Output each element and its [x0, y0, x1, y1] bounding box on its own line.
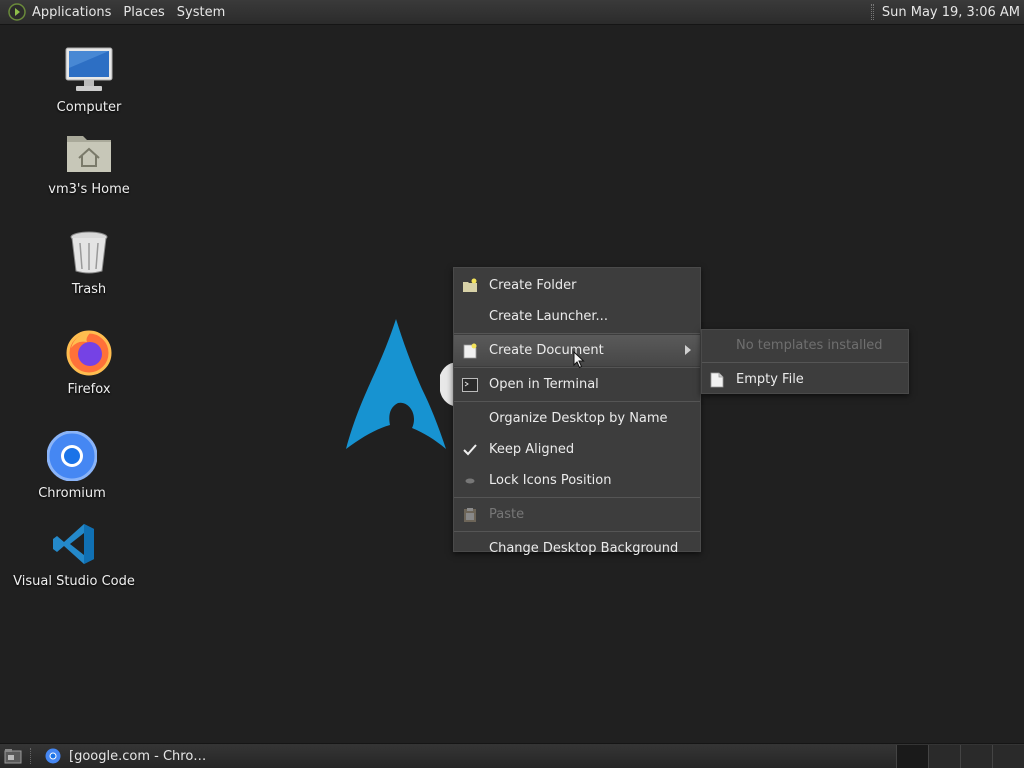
firefox-icon	[66, 330, 112, 376]
workspace-4[interactable]	[992, 744, 1024, 768]
desktop-icon-label: Firefox	[67, 382, 111, 397]
show-desktop-icon	[4, 749, 22, 764]
home-folder-icon	[67, 136, 111, 172]
trash-icon	[70, 231, 108, 274]
menu-item-open-terminal[interactable]: Open in Terminal	[454, 369, 700, 400]
menu-item-paste[interactable]: Paste	[454, 499, 700, 530]
menu-item-create-folder[interactable]: Create Folder	[454, 270, 700, 301]
workspace-switcher	[896, 744, 1024, 768]
menu-item-label: Change Desktop Background	[489, 541, 679, 556]
new-document-icon	[463, 343, 477, 359]
menu-item-label: Paste	[489, 507, 525, 522]
computer-icon	[65, 47, 113, 91]
system-menu[interactable]: System	[171, 0, 231, 25]
applications-logo-icon	[8, 3, 26, 21]
menu-item-organize-by-name[interactable]: Organize Desktop by Name	[454, 403, 700, 434]
desktop-icon-label: Chromium	[38, 486, 106, 501]
desktop-icon-trash[interactable]: Trash	[55, 226, 123, 297]
submenu-item-label: Empty File	[736, 372, 804, 387]
create-document-submenu: No templates installed Empty File	[701, 329, 909, 394]
show-desktop-button[interactable]	[2, 745, 24, 767]
desktop-icon-home[interactable]: vm3's Home	[46, 126, 132, 197]
desktop-icon-label: Trash	[71, 282, 107, 297]
workspace-3[interactable]	[960, 744, 992, 768]
applications-menu-label: Applications	[32, 4, 112, 20]
menu-item-label: Create Folder	[489, 278, 577, 293]
top-panel: Applications Places System Sun May 19, 3…	[0, 0, 1024, 25]
submenu-item-label: No templates installed	[736, 338, 883, 353]
menu-separator	[454, 497, 700, 498]
submenu-item-no-templates: No templates installed	[702, 330, 908, 361]
places-menu[interactable]: Places	[117, 0, 170, 25]
desktop-icon-label: Computer	[56, 100, 122, 115]
mouse-cursor-icon	[573, 351, 585, 369]
paste-icon	[464, 508, 476, 522]
menu-separator	[702, 362, 908, 363]
desktop-icon-computer[interactable]: Computer	[55, 44, 123, 115]
desktop-icon-chromium[interactable]: Chromium	[38, 430, 106, 501]
menu-item-label: Open in Terminal	[489, 377, 599, 392]
panel-handle[interactable]	[870, 4, 874, 20]
desktop-icon-label: vm3's Home	[48, 182, 130, 197]
lock-bullet-icon	[465, 478, 475, 484]
menu-item-label: Organize Desktop by Name	[489, 411, 668, 426]
menu-separator	[454, 333, 700, 334]
bottom-panel: [google.com - Chro…	[0, 743, 1024, 768]
menu-separator	[454, 401, 700, 402]
file-icon	[710, 372, 724, 388]
menu-item-label: Create Document	[489, 343, 604, 358]
chromium-icon	[45, 748, 61, 764]
workspace-1[interactable]	[896, 744, 928, 768]
menu-item-label: Create Launcher...	[489, 309, 608, 324]
chromium-icon	[47, 431, 97, 481]
applications-menu[interactable]: Applications	[0, 0, 117, 25]
arch-logo-wallpaper	[346, 319, 460, 449]
menu-item-create-launcher[interactable]: Create Launcher...	[454, 301, 700, 332]
menu-item-label: Lock Icons Position	[489, 473, 612, 488]
submenu-arrow-icon	[685, 345, 691, 355]
clock[interactable]: Sun May 19, 3:06 AM	[882, 5, 1024, 20]
taskbar-button-label: [google.com - Chro…	[69, 748, 207, 764]
vscode-icon	[53, 524, 94, 564]
desktop-context-menu: Create Folder Create Launcher... Create …	[453, 267, 701, 556]
new-folder-icon	[463, 278, 477, 292]
menu-item-lock-icons[interactable]: Lock Icons Position	[454, 465, 700, 496]
checkmark-icon	[463, 444, 477, 456]
menu-item-keep-aligned[interactable]: Keep Aligned	[454, 434, 700, 465]
submenu-item-empty-file[interactable]: Empty File	[702, 364, 908, 395]
taskbar-button-chromium[interactable]: [google.com - Chro…	[39, 745, 212, 767]
terminal-icon	[462, 378, 478, 392]
menu-item-label: Keep Aligned	[489, 442, 575, 457]
menu-item-change-background[interactable]: Change Desktop Background	[454, 533, 700, 564]
desktop-icon-label: Visual Studio Code	[13, 574, 135, 589]
panel-handle[interactable]	[30, 748, 33, 764]
desktop-icon-vscode[interactable]: Visual Studio Code	[13, 518, 135, 589]
menu-separator	[454, 531, 700, 532]
workspace-2[interactable]	[928, 744, 960, 768]
desktop-icon-firefox[interactable]: Firefox	[55, 326, 123, 397]
